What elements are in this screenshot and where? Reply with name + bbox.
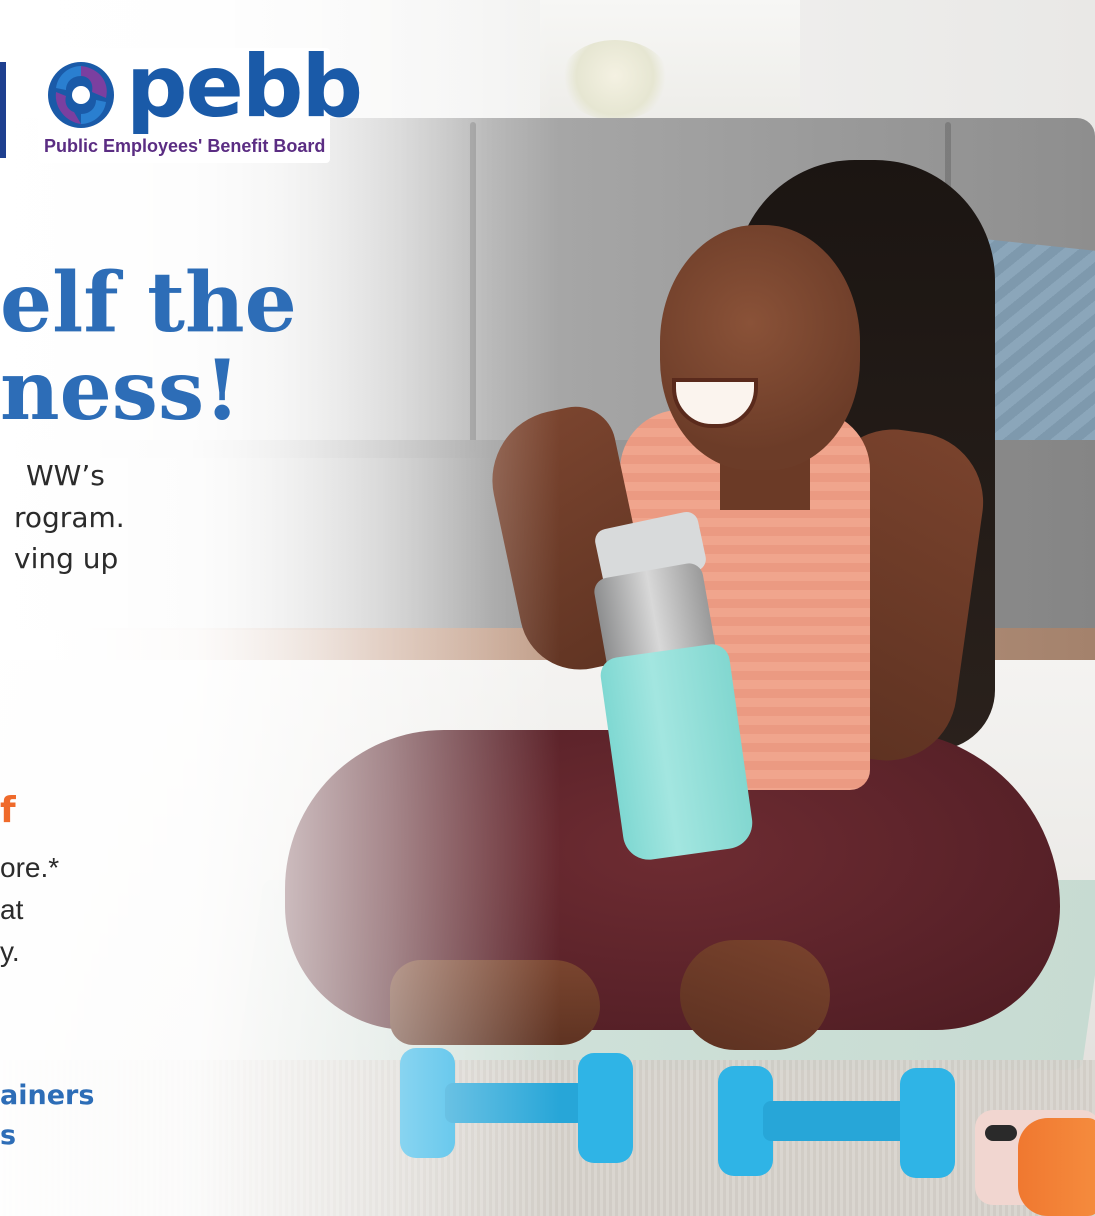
offer-line-1: ore.*: [0, 852, 60, 883]
logo-subtitle: Public Employees' Benefit Board: [44, 136, 326, 156]
text-overlay-fade: [0, 0, 560, 1216]
features-line-1: ainers: [0, 1080, 95, 1111]
offer-line-3: y.: [0, 936, 20, 967]
flower-vase: [560, 40, 670, 120]
phone-camera-icon: [985, 1125, 1017, 1141]
background-photo: [0, 0, 1095, 1216]
features-line-2: s: [0, 1120, 17, 1151]
intro-line-2: rogram.: [14, 501, 125, 534]
headline-line-1: elf the: [0, 255, 297, 351]
headline-line-2: ness!: [0, 343, 241, 439]
face: [660, 225, 860, 470]
offer-line-2: at: [0, 894, 24, 925]
logo-wordmark: pebb: [126, 37, 363, 137]
dumbbell-icon: [718, 1066, 956, 1181]
offer-heading: f: [0, 790, 16, 831]
orange-weight: [1018, 1118, 1095, 1216]
partner-logo-edge: [0, 62, 6, 158]
pebb-hands-icon: [48, 62, 114, 128]
hand: [680, 940, 830, 1050]
intro-line-1: WW’s: [26, 459, 105, 492]
intro-line-3: ving up: [14, 542, 119, 575]
